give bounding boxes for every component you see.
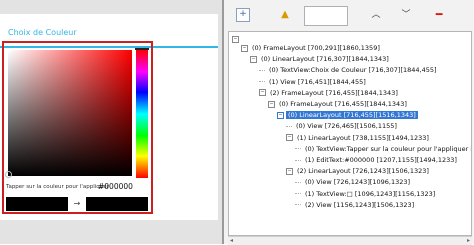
expand-all-icon[interactable]: + bbox=[236, 8, 250, 22]
hierarchy-panel: + ▲ ︿ ﹀ ━ − − (0) FrameLayout [700,291][1… bbox=[224, 0, 474, 245]
device-screenshot: Choix de Couleur Tapper sur la couleur p… bbox=[0, 0, 222, 244]
saturation-value-square[interactable] bbox=[8, 50, 132, 176]
tree-node-label[interactable]: (0) View [726,465][1506,1155] bbox=[294, 122, 399, 130]
tree-node-label[interactable]: (1) TextView:□ [1096,1243][1156,1323] bbox=[303, 190, 437, 198]
tree-node[interactable]: − (0) FrameLayout [716,455][1844,1343] bbox=[268, 99, 409, 109]
view-hierarchy-tree[interactable]: − − (0) FrameLayout [700,291][1860,1359] −… bbox=[228, 31, 472, 236]
hierarchy-toolbar: + ▲ ︿ ﹀ ━ bbox=[224, 0, 474, 30]
collapse-toggle-icon[interactable]: − bbox=[259, 89, 266, 97]
tree-node[interactable]: (2) View [1156,1243][1506,1323] bbox=[295, 200, 416, 210]
tree-node[interactable]: (0) View [726,465][1506,1155] bbox=[286, 121, 399, 131]
down-arrow-icon[interactable]: ﹀ bbox=[399, 8, 413, 22]
tree-node-label[interactable]: (0) FrameLayout [716,455][1844,1343] bbox=[277, 100, 409, 108]
scroll-right-icon[interactable]: ▸ bbox=[467, 237, 470, 244]
tree-node-label[interactable]: (1) LinearLayout [738,1155][1494,1233] bbox=[295, 134, 431, 142]
tree-node[interactable]: (1) EditText:#000000 [1207,1155][1494,12… bbox=[295, 155, 459, 165]
scroll-left-icon[interactable]: ◂ bbox=[230, 237, 233, 244]
dialog-title: Choix de Couleur bbox=[8, 28, 77, 37]
tree-node-label[interactable]: (0) TextView:Tapper sur la couleur pour … bbox=[303, 145, 471, 153]
warning-icon[interactable]: ▲ bbox=[278, 8, 292, 22]
hue-slider[interactable] bbox=[136, 50, 148, 178]
collapse-toggle-icon[interactable]: − bbox=[250, 55, 257, 63]
tree-root[interactable]: − bbox=[232, 34, 241, 44]
tap-instruction-label: Tapper sur la couleur pour l'appliquer bbox=[6, 184, 109, 190]
tree-node-label[interactable]: (1) View [716,451][1844,455] bbox=[267, 78, 368, 86]
tree-node-label[interactable]: (1) EditText:#000000 [1207,1155][1494,12… bbox=[303, 156, 459, 164]
hue-slider-marker[interactable] bbox=[135, 48, 149, 50]
remove-icon[interactable]: ━ bbox=[432, 8, 446, 22]
tree-node[interactable]: − (2) FrameLayout [716,455][1844,1343] bbox=[259, 88, 400, 98]
arrow-icon: → bbox=[73, 199, 81, 208]
up-arrow-icon[interactable]: ︿ bbox=[369, 8, 383, 22]
color-cursor[interactable] bbox=[5, 171, 12, 178]
tree-connector bbox=[295, 148, 301, 150]
tree-connector bbox=[295, 159, 301, 161]
tree-node-label[interactable]: (0) FrameLayout [700,291][1860,1359] bbox=[250, 44, 382, 52]
tree-connector bbox=[295, 204, 301, 206]
tree-connector bbox=[295, 193, 301, 195]
tree-node-label[interactable]: (0) LinearLayout [716,307][1844,1343] bbox=[259, 55, 391, 63]
hex-color-field[interactable]: #000000 bbox=[98, 182, 133, 191]
tree-node[interactable]: − (0) LinearLayout [716,307][1844,1343] bbox=[250, 54, 391, 64]
tree-node-label[interactable]: (2) View [1156,1243][1506,1323] bbox=[303, 201, 416, 209]
tree-node-label[interactable]: (0) LinearLayout [716,455][1516,1343] bbox=[286, 111, 418, 120]
collapse-toggle-icon[interactable]: − bbox=[268, 100, 275, 108]
old-color-swatch[interactable] bbox=[6, 197, 68, 211]
tree-node[interactable]: (0) TextView:Choix de Couleur [716,307][… bbox=[259, 65, 439, 75]
tree-node-label[interactable]: (2) FrameLayout [716,455][1844,1343] bbox=[268, 89, 400, 97]
tree-node[interactable]: − (2) LinearLayout [726,1243][1506,1323] bbox=[286, 166, 431, 176]
tree-connector bbox=[295, 181, 301, 183]
tree-node[interactable]: (1) View [716,451][1844,455] bbox=[259, 77, 368, 87]
tree-node[interactable]: − (0) FrameLayout [700,291][1860,1359] bbox=[241, 43, 382, 53]
new-color-swatch[interactable] bbox=[86, 197, 148, 211]
tree-connector bbox=[259, 69, 265, 71]
tree-node[interactable]: (0) TextView:Tapper sur la couleur pour … bbox=[295, 144, 471, 154]
search-field[interactable] bbox=[304, 6, 348, 26]
collapse-toggle-icon[interactable]: − bbox=[277, 111, 284, 119]
tree-node[interactable]: − (0) LinearLayout [716,455][1516,1343] bbox=[277, 110, 418, 120]
tree-node-label[interactable]: (0) TextView:Choix de Couleur [716,307][… bbox=[267, 66, 439, 74]
tree-node[interactable]: − (1) LinearLayout [738,1155][1494,1233] bbox=[286, 133, 431, 143]
tree-node[interactable]: (0) View [726,1243][1096,1323] bbox=[295, 177, 412, 187]
collapse-toggle-icon[interactable]: − bbox=[286, 167, 293, 175]
collapse-toggle-icon[interactable]: − bbox=[241, 44, 248, 52]
tree-connector bbox=[286, 125, 292, 127]
tree-connector bbox=[259, 81, 265, 83]
tree-node-label[interactable]: (2) LinearLayout [726,1243][1506,1323] bbox=[295, 167, 431, 175]
tree-node-label[interactable]: (0) View [726,1243][1096,1323] bbox=[303, 178, 412, 186]
collapse-toggle-icon[interactable]: − bbox=[286, 134, 293, 142]
tree-node[interactable]: (1) TextView:□ [1096,1243][1156,1323] bbox=[295, 189, 437, 199]
collapse-toggle-icon[interactable]: − bbox=[232, 35, 239, 43]
